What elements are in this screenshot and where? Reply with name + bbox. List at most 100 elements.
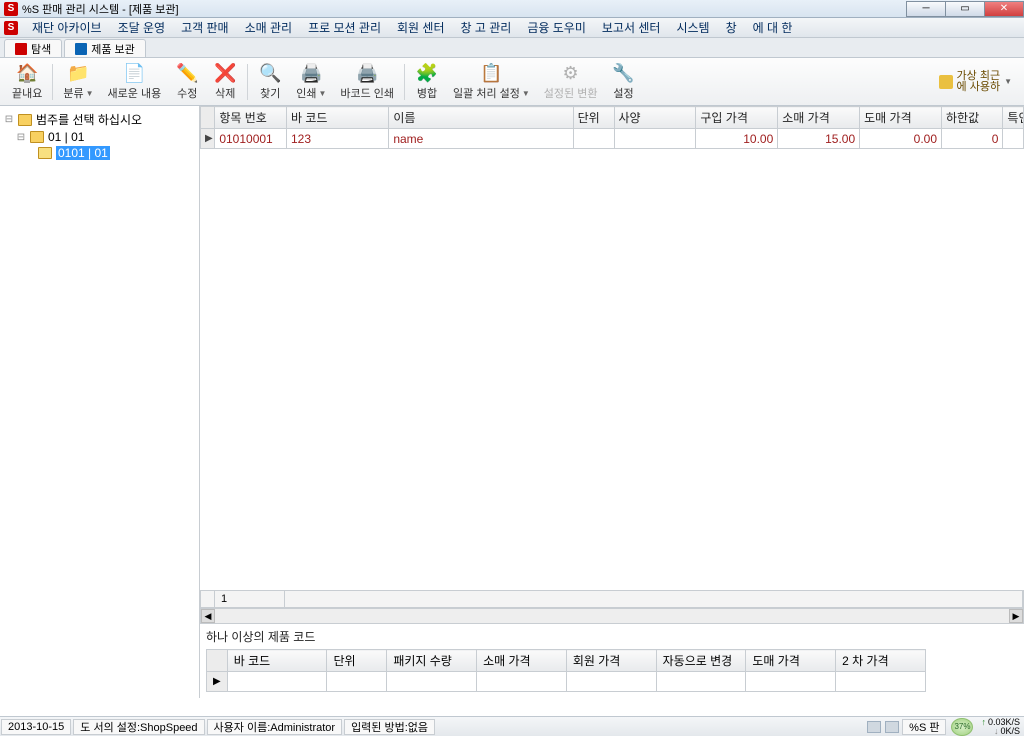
cell-name[interactable]: name (389, 129, 573, 149)
sub-col-retail[interactable]: 소매 가격 (477, 650, 567, 672)
menu-about[interactable]: 에 대 한 (745, 19, 801, 36)
sort-icon: 📁 (67, 62, 89, 84)
cell-retail[interactable]: 15.00 (778, 129, 860, 149)
app-icon: S (4, 2, 18, 16)
cell-lower[interactable]: 0 (942, 129, 1003, 149)
settings-button[interactable]: 🔧설정 (605, 60, 641, 103)
col-purchase[interactable]: 구입 가격 (696, 107, 778, 129)
toolbar-right: 가상 최근 에 사용하 ▼ (939, 71, 1018, 93)
col-item-no[interactable]: 항목 번호 (215, 107, 287, 129)
barcode-icon: 🖨️ (356, 62, 378, 84)
cell-spec[interactable] (614, 129, 696, 149)
tree-node-0101[interactable]: 0101 | 01 (38, 145, 195, 161)
barcode-print-button[interactable]: 🖨️바코드 인쇄 (334, 60, 400, 103)
menu-member[interactable]: 회원 센터 (389, 19, 453, 36)
folder-open-icon (38, 147, 52, 159)
status-input: 입력된 방법:없음 (344, 719, 435, 735)
col-unit[interactable]: 단위 (573, 107, 614, 129)
new-button[interactable]: 📄새로운 내용 (102, 60, 168, 103)
scroll-left-button[interactable]: ◀ (201, 609, 215, 623)
separator (247, 64, 248, 100)
menu-warehouse[interactable]: 창 고 관리 (453, 19, 520, 36)
cell-item-no[interactable]: 01010001 (215, 129, 287, 149)
toolbar: 🏠끝내요 📁분류▼ 📄새로운 내용 ✏️수정 ❌삭제 🔍찾기 🖨️인쇄▼ 🖨️바… (0, 58, 1024, 106)
row-marker: ▶ (201, 129, 215, 149)
grid-empty-area (200, 149, 1024, 590)
tab-explore-label: 탐색 (31, 41, 51, 57)
pin-icon (939, 75, 953, 89)
close-button[interactable]: 🏠끝내요 (6, 60, 48, 103)
col-spec[interactable]: 사양 (614, 107, 696, 129)
product-tab-icon (75, 43, 87, 55)
menu-customer-sales[interactable]: 고객 판매 (173, 19, 237, 36)
menu-finance[interactable]: 금융 도우미 (519, 19, 594, 36)
category-tree[interactable]: ⊟범주를 선택 하십시오 ⊟01 | 01 0101 | 01 (0, 106, 200, 698)
sub-col-unit[interactable]: 단위 (327, 650, 387, 672)
toolbar-right2: 에 사용하 (957, 82, 1001, 93)
collapse-icon[interactable]: ⊟ (4, 114, 14, 125)
table-row[interactable]: ▶ 01010001 123 name 10.00 15.00 0.00 0 (201, 129, 1024, 149)
scroll-right-button[interactable]: ▶ (1009, 609, 1023, 623)
col-name[interactable]: 이름 (389, 107, 573, 129)
status-icon[interactable] (867, 721, 881, 733)
cell-barcode[interactable]: 123 (286, 129, 388, 149)
delete-icon: ❌ (214, 62, 236, 84)
merge-button[interactable]: 🧩병합 (409, 60, 445, 103)
sub-col-barcode[interactable]: 바 코드 (227, 650, 327, 672)
menu-system[interactable]: 시스템 (668, 19, 717, 36)
menu-report[interactable]: 보고서 센터 (594, 19, 669, 36)
col-lower[interactable]: 하한값 (942, 107, 1003, 129)
print-button[interactable]: 🖨️인쇄▼ (290, 60, 332, 103)
edit-icon: ✏️ (176, 62, 198, 84)
sub-col-auto[interactable]: 자동으로 변경 (656, 650, 746, 672)
sub-table-row[interactable]: ▶ (207, 672, 926, 692)
chevron-down-icon: ▼ (522, 89, 530, 98)
delete-button[interactable]: ❌삭제 (207, 60, 243, 103)
find-button[interactable]: 🔍찾기 (252, 60, 288, 103)
sub-grid[interactable]: 바 코드 단위 패키지 수량 소매 가격 회원 가격 자동으로 변경 도매 가격… (206, 649, 926, 692)
sub-col-second[interactable]: 2 차 가격 (836, 650, 926, 672)
sub-row-marker-header (207, 650, 228, 672)
status-icon[interactable] (885, 721, 899, 733)
tab-product[interactable]: 제품 보관 (64, 39, 146, 57)
tree-node-01[interactable]: ⊟01 | 01 (16, 129, 195, 145)
menu-app-icon: S (4, 21, 18, 35)
cell-wholesale[interactable]: 0.00 (860, 129, 942, 149)
settings-icon: 🔧 (612, 62, 634, 84)
maximize-button[interactable]: ▭ (945, 1, 985, 17)
home-icon: 🏠 (16, 62, 38, 84)
col-wholesale[interactable]: 도매 가격 (860, 107, 942, 129)
tab-explore[interactable]: 탐색 (4, 39, 62, 57)
cell-special[interactable] (1003, 129, 1024, 149)
net-down: 0K/S (994, 727, 1020, 736)
product-grid[interactable]: 항목 번호 바 코드 이름 단위 사양 구입 가격 소매 가격 도매 가격 하한… (200, 106, 1024, 149)
sub-col-pkg[interactable]: 패키지 수량 (387, 650, 477, 672)
menu-archive[interactable]: 재단 아카이브 (24, 19, 110, 36)
col-special[interactable]: 특인 (1003, 107, 1024, 129)
cell-purchase[interactable]: 10.00 (696, 129, 778, 149)
sub-col-member[interactable]: 회원 가격 (566, 650, 656, 672)
edit-button[interactable]: ✏️수정 (169, 60, 205, 103)
menu-retail[interactable]: 소매 관리 (237, 19, 301, 36)
menu-procurement[interactable]: 조달 운영 (110, 19, 174, 36)
toolbar-right1: 가상 최근 (957, 71, 1001, 82)
menu-window[interactable]: 창 (718, 19, 745, 36)
sub-section-label: 하나 이상의 제품 코드 (200, 624, 1024, 649)
sub-col-wholesale[interactable]: 도매 가격 (746, 650, 836, 672)
tab-product-label: 제품 보관 (91, 41, 135, 57)
cell-unit[interactable] (573, 129, 614, 149)
chevron-down-icon[interactable]: ▼ (1004, 77, 1012, 86)
menu-promotion[interactable]: 프로 모션 관리 (300, 19, 389, 36)
minimize-button[interactable]: ─ (906, 1, 946, 17)
col-retail[interactable]: 소매 가격 (778, 107, 860, 129)
batch-button[interactable]: 📋일괄 처리 설정▼ (447, 60, 536, 103)
folder-icon (18, 114, 32, 126)
merge-icon: 🧩 (416, 62, 438, 84)
tree-root[interactable]: ⊟범주를 선택 하십시오 (4, 110, 195, 129)
status-bar: 2013-10-15 도 서의 설정:ShopSpeed 사용자 이름:Admi… (0, 716, 1024, 736)
close-window-button[interactable]: ✕ (984, 1, 1024, 17)
col-barcode[interactable]: 바 코드 (286, 107, 388, 129)
sort-button[interactable]: 📁분류▼ (57, 60, 99, 103)
horizontal-scrollbar[interactable]: ◀ ▶ (200, 608, 1024, 624)
collapse-icon[interactable]: ⊟ (16, 132, 26, 143)
